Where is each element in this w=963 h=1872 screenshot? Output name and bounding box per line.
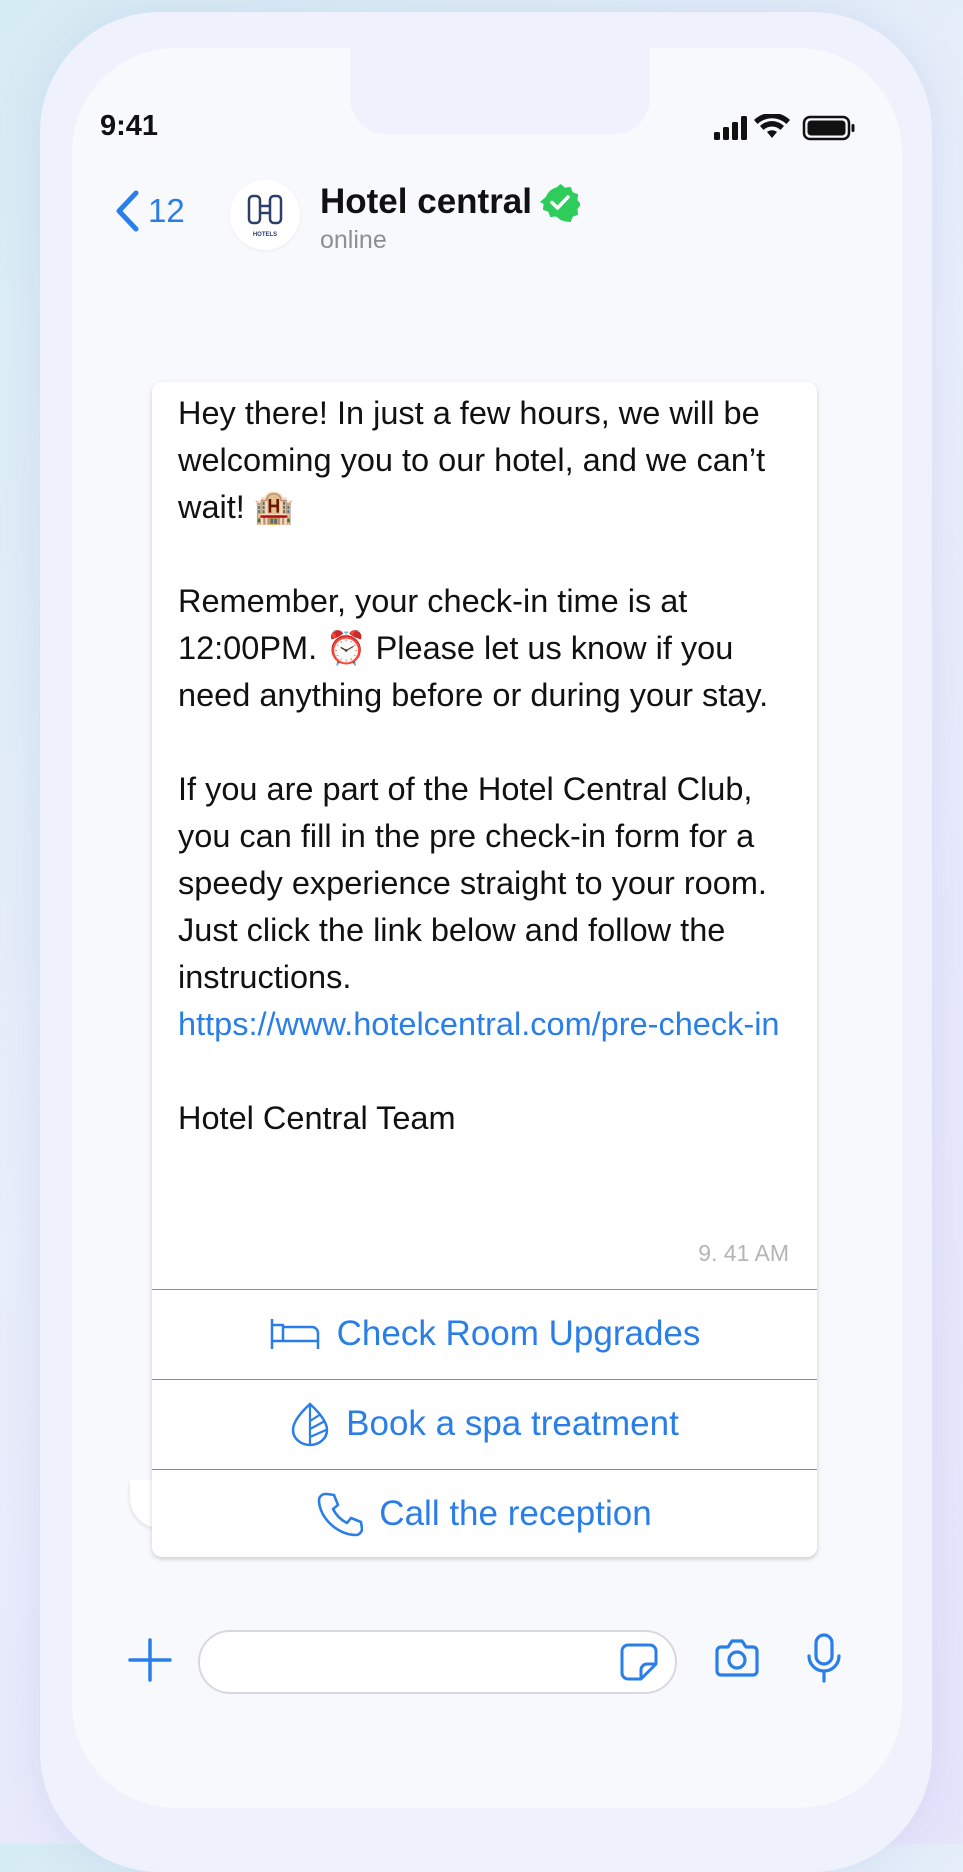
microphone-icon <box>807 1633 841 1683</box>
status-icons <box>712 112 857 142</box>
unread-count: 12 <box>148 192 185 229</box>
action-label: Call the reception <box>379 1494 652 1533</box>
verified-badge-icon <box>540 184 580 222</box>
message-timestamp: 9. 41 AM <box>698 1240 789 1266</box>
check-room-upgrades-button[interactable]: Check Room Upgrades <box>152 1289 817 1378</box>
pre-check-in-link[interactable]: https://www.hotelcentral.com/pre-check-i… <box>178 1001 803 1048</box>
sticker-icon <box>620 1643 658 1681</box>
message-paragraph: Remember, your check-in time is at 12:00… <box>178 583 769 713</box>
back-button[interactable]: 12 <box>114 190 185 232</box>
message-input[interactable] <box>224 1644 608 1680</box>
attach-button[interactable] <box>128 1638 172 1687</box>
status-time: 9:41 <box>100 110 159 142</box>
signal-icon <box>714 116 747 140</box>
contact-name[interactable]: Hotel central <box>320 182 580 222</box>
bed-icon <box>270 1319 319 1349</box>
action-label: Book a spa treatment <box>346 1404 679 1443</box>
plus-icon <box>128 1638 172 1682</box>
sticker-button[interactable] <box>619 1642 659 1687</box>
message-paragraph: Hey there! In just a few hours, we will … <box>178 395 766 525</box>
message-signature: Hotel Central Team <box>178 1100 456 1136</box>
contact-status: online <box>320 226 387 254</box>
chevron-left-icon <box>116 190 139 232</box>
call-reception-button[interactable]: Call the reception <box>152 1469 817 1557</box>
contact-name-text: Hotel central <box>320 182 532 221</box>
avatar[interactable]: HOTELS <box>230 180 300 250</box>
svg-text:HOTELS: HOTELS <box>253 232 277 238</box>
notch <box>350 48 650 134</box>
message-text: Hey there! In just a few hours, we will … <box>178 390 803 1142</box>
camera-icon <box>715 1639 759 1677</box>
action-label: Check Room Upgrades <box>336 1314 701 1353</box>
wifi-icon <box>754 112 790 138</box>
hotel-logo-icon: HOTELS <box>247 194 283 238</box>
microphone-button[interactable] <box>804 1632 844 1689</box>
message-input-box[interactable] <box>198 1630 677 1694</box>
message-bubble: Hey there! In just a few hours, we will … <box>152 382 817 1557</box>
battery-icon <box>802 115 855 141</box>
phone-icon <box>317 1492 364 1537</box>
camera-button[interactable] <box>714 1638 760 1683</box>
leaf-icon <box>291 1402 329 1447</box>
message-paragraph: If you are part of the Hotel Central Clu… <box>178 771 767 995</box>
book-spa-treatment-button[interactable]: Book a spa treatment <box>152 1379 817 1468</box>
